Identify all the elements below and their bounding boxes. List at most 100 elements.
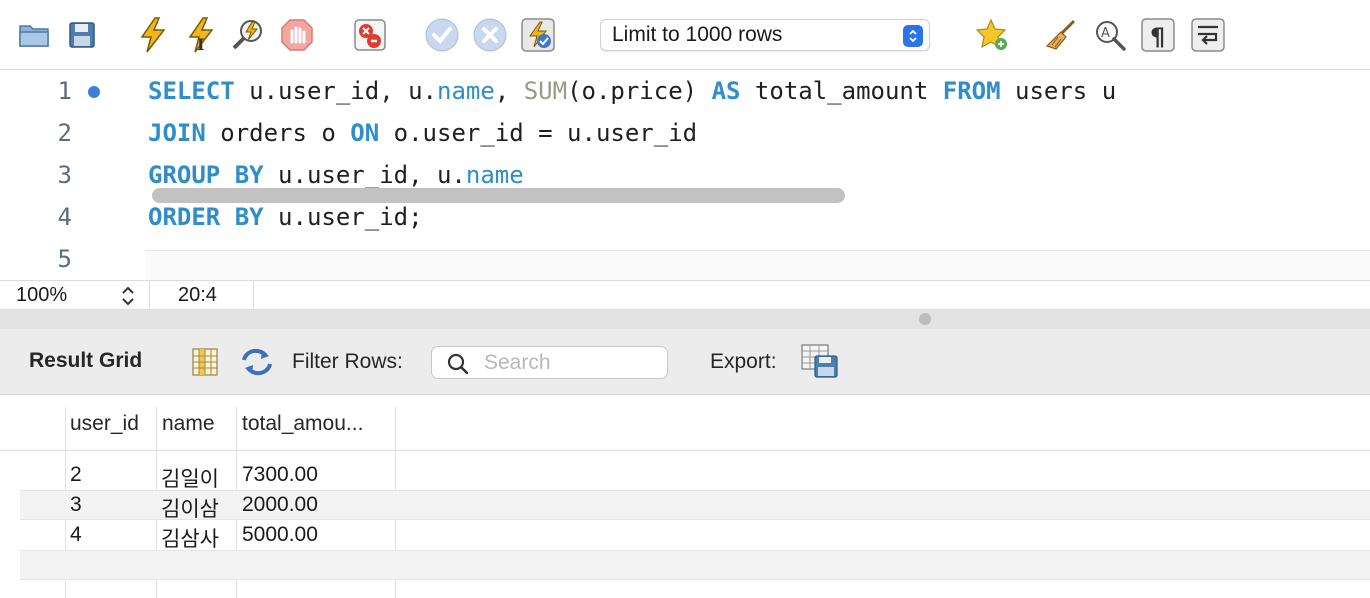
- splitter-handle-icon: [919, 313, 931, 325]
- sql-function: SUM: [523, 77, 568, 105]
- svg-text:¶: ¶: [1150, 23, 1165, 51]
- result-grid-title: Result Grid: [29, 349, 143, 372]
- code-line[interactable]: GROUP BY u.user_id, u.name: [148, 161, 524, 189]
- editor-status-bar: 100% 20:4: [0, 280, 1370, 310]
- filter-rows-search[interactable]: [431, 346, 668, 379]
- line-number: 3: [57, 161, 72, 189]
- export-icon: [801, 344, 838, 378]
- sql-keyword: AS: [711, 77, 741, 105]
- code-text-area[interactable]: SELECT u.user_id, u.name, SUM(o.price) A…: [145, 70, 1370, 250]
- cell-total-amount[interactable]: 2000.00: [242, 493, 318, 517]
- sql-text: (o.price): [567, 77, 712, 105]
- header-divider: [0, 450, 1370, 451]
- result-toolbar: Result Grid Filter Rows: Export:: [0, 329, 1370, 395]
- cell-total-amount[interactable]: 5000.00: [242, 523, 318, 547]
- table-row-stripe: [20, 490, 1370, 520]
- cursor-position: 20:4: [150, 281, 254, 310]
- select-stepper-icon: [903, 25, 923, 47]
- toggle-error-stop-button[interactable]: [352, 17, 388, 53]
- cell-name[interactable]: 김일이: [161, 463, 219, 493]
- cell-user-id[interactable]: 2: [70, 463, 82, 487]
- folder-icon: [19, 25, 49, 47]
- sql-text: u.user_id, u.: [234, 77, 437, 105]
- result-grid[interactable]: user_id name total_amou... 2 김일이 7300.00…: [0, 395, 1370, 598]
- beautify-button[interactable]: [1044, 17, 1080, 53]
- cell-name[interactable]: 김이삼: [161, 493, 219, 523]
- zoom-select[interactable]: 100%: [0, 281, 150, 310]
- stop-button[interactable]: [279, 17, 315, 53]
- horizontal-scrollbar[interactable]: [145, 250, 1370, 280]
- sql-text: u.user_id, u.: [263, 161, 466, 189]
- sql-editor[interactable]: 1 2 3 4 5 SELECT u.user_id, u.name, SUM(…: [0, 70, 1370, 280]
- execute-icon: [140, 17, 166, 53]
- sql-text: u.user_id;: [263, 203, 423, 231]
- line-number: 4: [57, 203, 72, 231]
- export-button[interactable]: [801, 344, 839, 383]
- sql-keyword: GROUP BY: [148, 161, 264, 189]
- column-header-name[interactable]: name: [162, 412, 215, 436]
- limit-rows-select[interactable]: Limit to 1000 rows: [600, 19, 930, 51]
- rollback-icon: [473, 18, 507, 52]
- commit-icon: [425, 18, 459, 52]
- search-input[interactable]: [484, 351, 659, 375]
- sql-keyword: ON: [350, 119, 380, 147]
- execute-button[interactable]: [135, 17, 171, 53]
- svg-text:I: I: [197, 35, 204, 53]
- filter-rows-label: Filter Rows:: [292, 350, 403, 373]
- sql-keyword: FROM: [942, 77, 1001, 105]
- explain-button[interactable]: [231, 17, 267, 53]
- columns-icon: [192, 348, 218, 376]
- line-number: 5: [57, 245, 72, 273]
- svg-text:A: A: [1101, 26, 1110, 41]
- execute-current-icon: I: [188, 17, 214, 53]
- toggle-error-stop-icon: [354, 19, 386, 51]
- rollback-button[interactable]: [472, 17, 508, 53]
- cell-user-id[interactable]: 3: [70, 493, 82, 517]
- sql-text: o.user_id = u.user_id: [379, 119, 698, 147]
- explain-icon: [232, 20, 262, 50]
- sql-text: orders o: [205, 119, 351, 147]
- sql-keyword: ORDER BY: [148, 203, 264, 231]
- autocommit-button[interactable]: [520, 17, 556, 53]
- save-sql-file-button[interactable]: [64, 17, 100, 53]
- cell-user-id[interactable]: 4: [70, 523, 82, 547]
- column-header-user-id[interactable]: user_id: [70, 412, 139, 436]
- toggle-invisible-chars-button[interactable]: ¶: [1140, 17, 1176, 53]
- add-snippet-icon: [975, 18, 1007, 50]
- search-icon: [446, 352, 470, 381]
- sql-identifier: name: [437, 77, 495, 105]
- column-header-total-amount[interactable]: total_amou...: [242, 412, 363, 436]
- execute-current-button[interactable]: I: [183, 17, 219, 53]
- refresh-button[interactable]: [240, 346, 274, 383]
- limit-rows-value: Limit to 1000 rows: [612, 23, 783, 46]
- line-number: 1: [57, 77, 72, 105]
- refresh-icon: [242, 348, 272, 376]
- cell-total-amount[interactable]: 7300.00: [242, 463, 318, 487]
- save-icon: [69, 22, 95, 48]
- toggle-columns-button[interactable]: [191, 347, 219, 382]
- autocommit-icon: [521, 18, 555, 52]
- find-icon: A: [1096, 21, 1126, 51]
- stop-icon: [281, 19, 313, 51]
- zoom-value: 100%: [16, 284, 68, 306]
- code-line[interactable]: ORDER BY u.user_id;: [148, 203, 423, 231]
- commit-button[interactable]: [424, 17, 460, 53]
- export-label: Export:: [710, 350, 777, 373]
- sql-keyword: JOIN: [148, 119, 206, 147]
- word-wrap-icon: [1191, 18, 1225, 52]
- sql-keyword: SELECT: [148, 77, 235, 105]
- cell-name[interactable]: 김삼사: [161, 523, 219, 553]
- horizontal-scrollbar-thumb[interactable]: [152, 188, 845, 203]
- statement-marker-icon: [88, 86, 100, 98]
- sql-text: total_amount: [740, 77, 943, 105]
- find-button[interactable]: A: [1092, 17, 1128, 53]
- code-line[interactable]: JOIN orders o ON o.user_id = u.user_id: [148, 119, 697, 147]
- table-row-stripe: [20, 550, 1370, 580]
- toggle-word-wrap-button[interactable]: [1190, 17, 1226, 53]
- open-sql-file-button[interactable]: [16, 17, 52, 53]
- code-line[interactable]: SELECT u.user_id, u.name, SUM(o.price) A…: [148, 77, 1116, 105]
- chevron-updown-icon: [122, 286, 134, 306]
- line-number-gutter: 1 2 3 4 5: [0, 70, 145, 280]
- add-snippet-button[interactable]: [974, 17, 1010, 53]
- panel-splitter[interactable]: [0, 310, 1370, 329]
